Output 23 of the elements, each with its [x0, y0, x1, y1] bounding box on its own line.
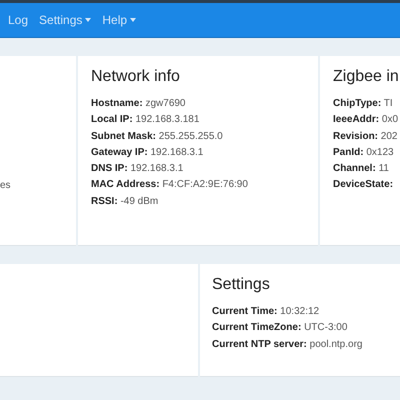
card-title: Settings: [212, 276, 271, 294]
info-line: Current NTP server: pool.ntp.org: [212, 338, 364, 352]
info-line: DNS IP: 192.168.3.1: [91, 162, 184, 176]
info-line: Local IP: 192.168.3.181: [91, 113, 200, 128]
info-line: Current Time: 10:32:12: [212, 305, 320, 319]
nav-link[interactable]: Log: [8, 13, 28, 27]
info-line: Gateway IP: 192.168.3.1: [91, 146, 204, 160]
nav-link[interactable]: Settings: [39, 13, 92, 27]
info-line: IeeeAddr: 0x0: [333, 113, 400, 128]
info-line: Current TimeZone: UTC-3:00: [212, 321, 348, 336]
info-line: MAC Address: F4:CF:A2:9E:76:90: [91, 178, 249, 192]
info-line: Hostname: zgw7690: [91, 97, 186, 111]
info-line: RSSI: -49 dBm: [91, 194, 160, 209]
card-title: Network info: [91, 68, 181, 86]
info-line: Subnet Mask: 255.255.255.0: [91, 130, 224, 144]
info-line: Revision: 202: [333, 130, 398, 144]
info-line: PanId: 0x123: [333, 146, 395, 160]
card-title: Zigbee in: [333, 68, 400, 86]
info-line: Channel: 11: [333, 162, 390, 176]
info-line: es: [0, 179, 12, 193]
info-line: ChipType: TI: [333, 97, 394, 111]
nav-link[interactable]: Help: [102, 13, 136, 27]
info-line: DeviceState:: [333, 178, 394, 192]
